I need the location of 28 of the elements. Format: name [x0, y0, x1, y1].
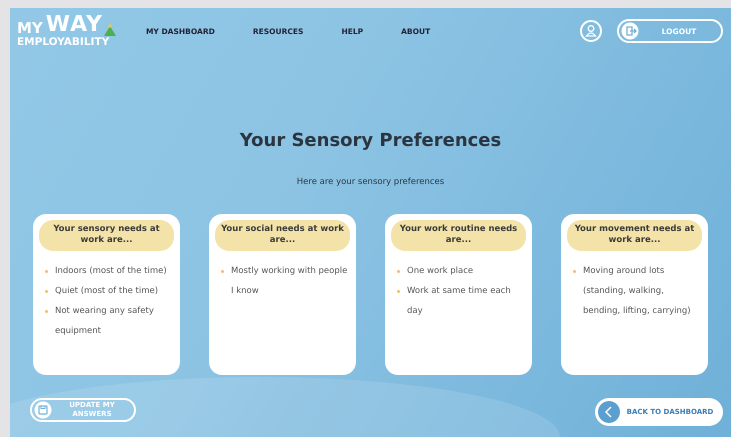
preference-item: Indoors (most of the time) — [55, 264, 167, 278]
bullet-icon — [221, 270, 224, 273]
logout-icon — [621, 22, 639, 40]
logo-text: MY — [17, 21, 43, 36]
logo-text: WAY — [46, 14, 103, 36]
preference-item: Moving around lots (standing, walking, bending, lifting, carrying) — [583, 264, 692, 318]
logo-subtitle: EMPLOYABILITY — [17, 37, 110, 48]
preference-item: Mostly working with people I know — [231, 264, 348, 298]
card-heading: Your social needs at work are... — [215, 220, 350, 251]
chevron-left-icon — [598, 401, 620, 423]
card-heading: Your sensory needs at work are... — [39, 220, 174, 251]
preference-item: One work place — [407, 264, 474, 278]
page-title: Your Sensory Preferences — [238, 130, 502, 151]
preference-item: Work at same time each day — [407, 284, 512, 318]
mountain-icon — [104, 24, 116, 36]
bullet-icon — [397, 270, 400, 273]
save-icon — [34, 401, 52, 419]
bullet-icon — [45, 310, 48, 313]
bullet-icon — [397, 290, 400, 293]
card-heading: Your work routine needs are... — [391, 220, 526, 251]
bullet-icon — [573, 270, 576, 273]
preference-item: Not wearing any safety equipment — [55, 304, 155, 338]
user-icon[interactable] — [580, 20, 602, 42]
preference-item: Quiet (most of the time) — [55, 284, 158, 298]
bullet-icon — [45, 270, 48, 273]
card-heading: Your movement needs at work are... — [567, 220, 702, 251]
bullet-icon — [45, 290, 48, 293]
page-subtitle: Here are your sensory preferences — [296, 177, 446, 187]
